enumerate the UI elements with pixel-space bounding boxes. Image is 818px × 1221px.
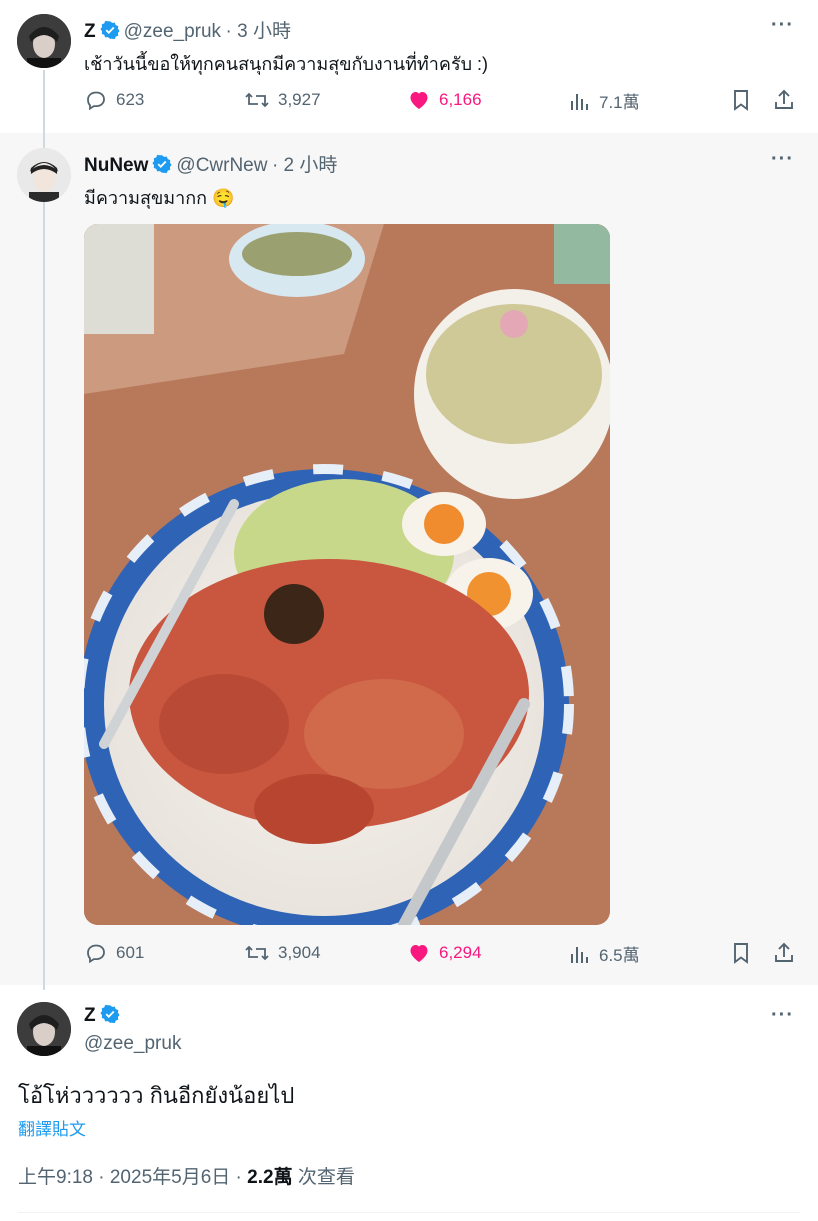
avatar[interactable] [17,1002,71,1056]
food-photo[interactable] [84,224,610,925]
action-bar: 623 3,927 6,166 7.1萬 [84,88,796,118]
views-count: 7.1萬 [599,93,640,112]
share-button[interactable] [772,941,796,965]
retweet-button[interactable]: 3,927 [244,88,321,112]
verified-icon [100,20,120,45]
post-time[interactable]: · 3 小時 [226,21,291,42]
post-timestamp[interactable]: 上午9:18 · 2025年5月6日 · [18,1167,247,1188]
views-label: 次查看 [292,1167,355,1188]
post-time[interactable]: · 2 小時 [272,155,337,176]
bookmark-button[interactable] [730,941,752,965]
post-meta: 上午9:18 · 2025年5月6日 · 2.2萬 次查看 [18,1162,355,1189]
avatar[interactable] [17,14,71,68]
like-button[interactable]: 6,166 [407,88,482,112]
reply-count: 601 [116,943,145,962]
retweet-count: 3,927 [278,90,321,109]
views-count: 2.2萬 [247,1167,293,1188]
more-icon[interactable]: ··· [771,148,794,171]
share-icon [772,88,796,112]
share-button[interactable] [772,88,796,112]
heart-icon [407,88,431,112]
reply-icon [84,941,108,965]
action-bar: 601 3,904 6,294 6.5萬 [84,941,796,971]
like-button[interactable]: 6,294 [407,941,482,965]
reply-button[interactable]: 623 [84,88,144,112]
author-name[interactable]: Z [84,21,96,42]
heart-icon [407,941,431,965]
author-name[interactable]: NuNew [84,155,148,176]
author-handle[interactable]: @CwrNew [176,155,267,176]
views-icon [569,943,591,965]
thread-line [43,133,45,985]
like-count: 6,166 [439,90,482,109]
share-icon [772,941,796,965]
retweet-button[interactable]: 3,904 [244,941,321,965]
author-name[interactable]: Z [84,1005,96,1026]
reply-count: 623 [116,90,145,109]
avatar[interactable] [17,148,71,202]
bookmark-button[interactable] [730,88,752,112]
retweet-icon [244,941,270,965]
divider [18,1212,800,1213]
more-icon[interactable]: ··· [771,1004,794,1027]
author-handle[interactable]: @zee_pruk [84,1033,181,1055]
author-handle[interactable]: @zee_pruk [124,21,221,42]
verified-icon [152,154,172,179]
views-button[interactable]: 6.5萬 [569,941,640,966]
tweet-text: มีความสุขมากก 🤤 [84,188,235,208]
bookmark-icon [730,941,752,965]
like-count: 6,294 [439,943,482,962]
views-button[interactable]: 7.1萬 [569,88,640,113]
tweet-text: โอ้โห่วววววว กินอีกยังน้อยไป [18,1083,295,1108]
bookmark-icon [730,88,752,112]
reply-button[interactable]: 601 [84,941,144,965]
more-icon[interactable]: ··· [771,14,794,37]
views-count: 6.5萬 [599,946,640,965]
translate-link[interactable]: 翻譯貼文 [18,1115,86,1140]
tweet-text: เช้าวันนี้ขอให้ทุกคนสนุกมีความสุขกับงานท… [84,54,489,74]
retweet-icon [244,88,270,112]
views-icon [569,90,591,112]
verified-icon [100,1004,120,1029]
retweet-count: 3,904 [278,943,321,962]
reply-icon [84,88,108,112]
